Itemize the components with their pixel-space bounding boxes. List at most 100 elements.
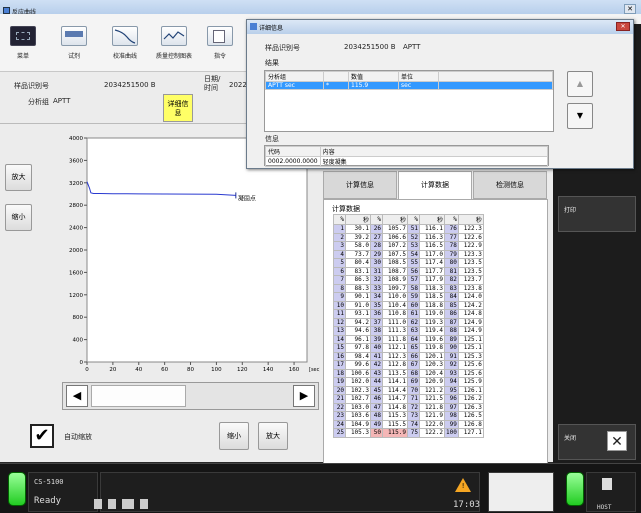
percent-cell: 58	[407, 283, 420, 293]
reagent-button[interactable]: 试剂	[53, 26, 95, 66]
seconds-cell: 124.9	[457, 317, 484, 327]
scroll-down-icon[interactable]: ▼	[567, 103, 593, 129]
status-indicator-right	[566, 472, 584, 506]
bottom-zoom-in-button[interactable]: 放大	[258, 422, 288, 450]
zoom-out-button[interactable]: 缩小	[5, 204, 32, 231]
table-row: 9 90.1 34 110.0 59 118.5 84 124.0	[333, 292, 484, 302]
info-col-code: 代码	[265, 146, 321, 157]
calibration-curve-button[interactable]: 校准曲线	[104, 26, 146, 66]
warning-mark: !	[461, 482, 466, 490]
clot-point-label: 凝固点	[238, 194, 256, 202]
seconds-cell: 126.2	[457, 394, 484, 404]
seconds-cell: 58.0	[345, 241, 371, 251]
y-tick-label: 800	[73, 315, 84, 321]
percent-cell: 65	[407, 343, 420, 353]
dialog-sample-id-value: 2034251500 B	[344, 43, 396, 51]
results-col-flag	[323, 71, 349, 82]
info-row[interactable]: 0002.0000.0000 轻度凝集	[265, 156, 549, 167]
calc-col-header: 秒	[345, 214, 371, 225]
percent-cell: 63	[407, 326, 420, 336]
percent-cell: 73	[407, 411, 420, 421]
scroll-right-icon[interactable]: ▶	[293, 385, 315, 407]
dialog-close-button[interactable]: ✕	[616, 22, 630, 31]
seconds-cell: 110.8	[382, 309, 408, 319]
seconds-cell: 30.1	[345, 224, 371, 234]
command-button[interactable]: 指令	[199, 26, 241, 66]
seconds-cell: 117.9	[419, 275, 445, 285]
seconds-cell: 80.4	[345, 258, 371, 268]
percent-cell: 14	[333, 334, 346, 344]
scroll-left-icon[interactable]: ◀	[66, 385, 88, 407]
percent-cell: 1	[333, 224, 346, 234]
seconds-cell: 114.1	[382, 377, 408, 387]
tab-calc-data[interactable]: 计算数据	[398, 171, 472, 199]
waste-icon	[140, 499, 148, 509]
y-tick-label: 2000	[69, 248, 83, 254]
percent-cell: 96	[444, 394, 459, 404]
percent-cell: 92	[444, 360, 459, 370]
clock: 17:03	[453, 500, 481, 510]
percent-cell: 97	[444, 402, 459, 412]
seconds-cell: 103.0	[345, 402, 371, 412]
scrollbar-thumb[interactable]	[91, 385, 186, 407]
tab-detection-info[interactable]: 检测信息	[473, 171, 547, 199]
print-button[interactable]: 打印	[558, 196, 636, 232]
percent-cell: 53	[407, 241, 420, 251]
percent-cell: 64	[407, 334, 420, 344]
menu-button[interactable]: 菜单	[2, 26, 44, 66]
calc-data-table: % 秒% 秒% 秒% 秒 1 30.1 26 105.7 51 116.1 76 122.3 2 39.2…	[333, 214, 484, 438]
calc-data-panel: 计算数据 % 秒% 秒% 秒% 秒 1 30.1 26 105.7 51 116.1 76 122.3…	[323, 199, 548, 464]
percent-cell: 26	[370, 224, 383, 234]
x-tick-label: 140	[263, 367, 274, 373]
seconds-cell: 123.7	[457, 275, 484, 285]
dialog-sample-id-label: 样品识别号	[265, 44, 300, 52]
close-panel-button[interactable]: 关闭 ✕	[558, 424, 636, 460]
x-unit-label: [sec]	[309, 367, 320, 373]
percent-cell: 36	[370, 309, 383, 319]
percent-cell: 84	[444, 292, 459, 302]
results-row[interactable]: APTT sec * 115.9 sec	[265, 81, 553, 90]
seconds-cell: 106.6	[382, 232, 408, 242]
seconds-cell: 93.1	[345, 309, 371, 319]
window-close-button[interactable]: ✕	[624, 4, 636, 14]
results-col-empty	[438, 71, 553, 82]
seconds-cell: 94.2	[345, 317, 371, 327]
seconds-cell: 126.8	[457, 419, 484, 429]
dialog-app-icon	[250, 23, 257, 30]
percent-cell: 43	[370, 368, 383, 378]
chart-horizontal-scrollbar[interactable]: ◀ ▶	[62, 382, 319, 410]
x-tick-label: 40	[135, 367, 142, 373]
seconds-cell: 125.9	[457, 377, 484, 387]
percent-cell: 17	[333, 360, 346, 370]
percent-cell: 95	[444, 385, 459, 395]
percent-cell: 4	[333, 249, 346, 259]
bottom-zoom-out-button[interactable]: 缩小	[219, 422, 249, 450]
auto-zoom-checkbox[interactable]: ✔	[30, 424, 54, 448]
percent-cell: 35	[370, 300, 383, 310]
dialog-group-value: APTT	[403, 43, 421, 51]
result-unit: sec	[398, 81, 439, 90]
cuvette-icon	[108, 499, 116, 509]
seconds-cell: 114.7	[382, 394, 408, 404]
zoom-in-button[interactable]: 放大	[5, 164, 32, 191]
table-row: 22 103.0 47 114.8 72 121.8 97 126.3	[333, 402, 484, 412]
percent-cell: 83	[444, 283, 459, 293]
seconds-cell: 109.7	[382, 283, 408, 293]
x-tick-label: 20	[109, 367, 116, 373]
percent-cell: 88	[444, 326, 459, 336]
seconds-cell: 127.1	[457, 428, 484, 438]
table-row: 20 102.3 45 114.4 70 121.2 95 126.1	[333, 385, 484, 395]
tab-calc-info[interactable]: 计算信息	[323, 171, 397, 199]
host-icon	[602, 478, 612, 490]
percent-cell: 10	[333, 300, 346, 310]
seconds-cell: 90.1	[345, 292, 371, 302]
reagent-icon	[61, 26, 87, 46]
table-row: 17 99.6 42 112.8 67 120.3 92 125.6	[333, 360, 484, 370]
scroll-up-icon[interactable]: ▲	[567, 71, 593, 97]
calc-col-header: %	[370, 214, 383, 225]
qc-chart-button[interactable]: 质量控制图表	[153, 26, 195, 66]
table-row: 10 91.0 35 110.4 60 118.8 85 124.2	[333, 300, 484, 310]
details-button[interactable]: 详细信 息	[163, 94, 193, 122]
percent-cell: 19	[333, 377, 346, 387]
seconds-cell: 116.5	[419, 241, 445, 251]
